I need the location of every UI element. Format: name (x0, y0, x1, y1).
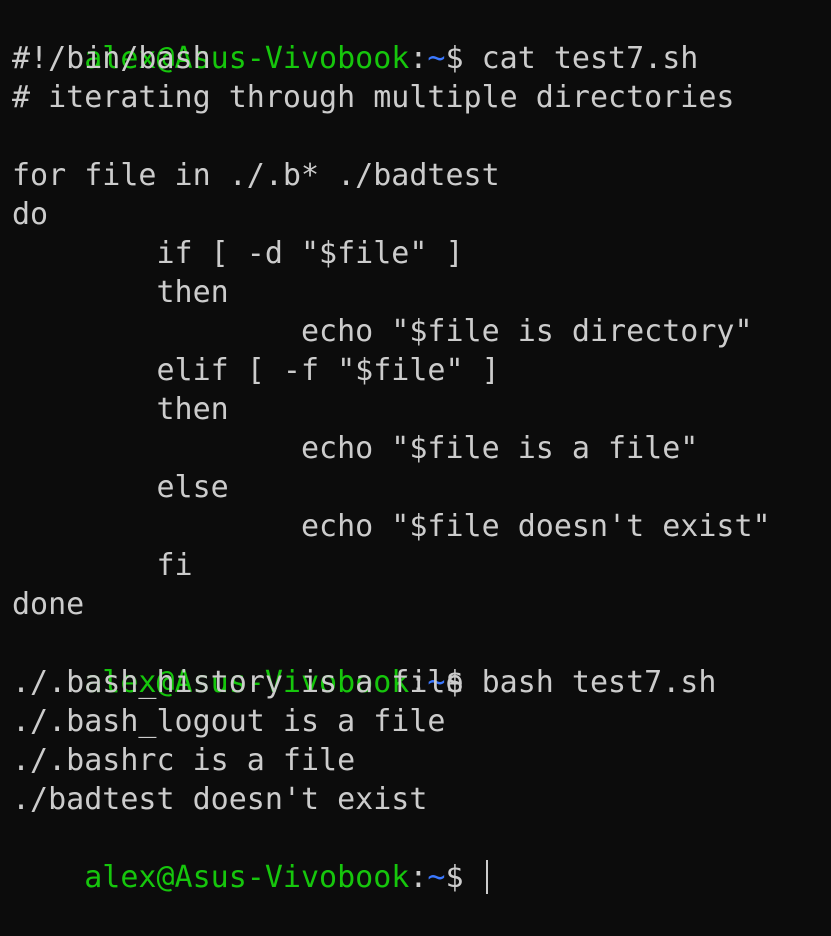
script-line: if [ -d "$file" ] (12, 236, 464, 271)
script-line: fi (12, 548, 193, 583)
script-line: echo "$file is a file" (12, 431, 699, 466)
script-line: done (12, 587, 85, 622)
prompt-line-active[interactable]: alex@Asus-Vivobook:~$ (12, 819, 831, 895)
script-line: else (12, 470, 229, 505)
output-line: ./.bash_logout is a file (12, 704, 446, 739)
script-line: #!/bin/bash (12, 41, 211, 76)
text-cursor (485, 859, 488, 894)
script-line: then (12, 275, 229, 310)
prompt-line-cat: alex@Asus-Vivobook:~$ cat test7.sh (12, 0, 831, 76)
script-line: for file in ./.b* ./badtest (12, 158, 500, 193)
script-line: echo "$file is directory" (12, 314, 753, 349)
terminal-window[interactable]: alex@Asus-Vivobook:~$ cat test7.sh #!/bi… (0, 0, 831, 895)
script-line: # iterating through multiple directories (12, 80, 735, 115)
script-line (12, 117, 831, 156)
output-line: ./.bash_history is a file (12, 665, 464, 700)
prompt-line-run: alex@Asus-Vivobook:~$ bash test7.sh (12, 624, 831, 700)
script-line: echo "$file doesn't exist" (12, 509, 771, 544)
script-line: then (12, 392, 229, 427)
output-line: ./badtest doesn't exist (12, 782, 428, 817)
script-line: do (12, 197, 49, 232)
output-line: ./.bashrc is a file (12, 743, 356, 778)
script-line: elif [ -f "$file" ] (12, 353, 500, 388)
